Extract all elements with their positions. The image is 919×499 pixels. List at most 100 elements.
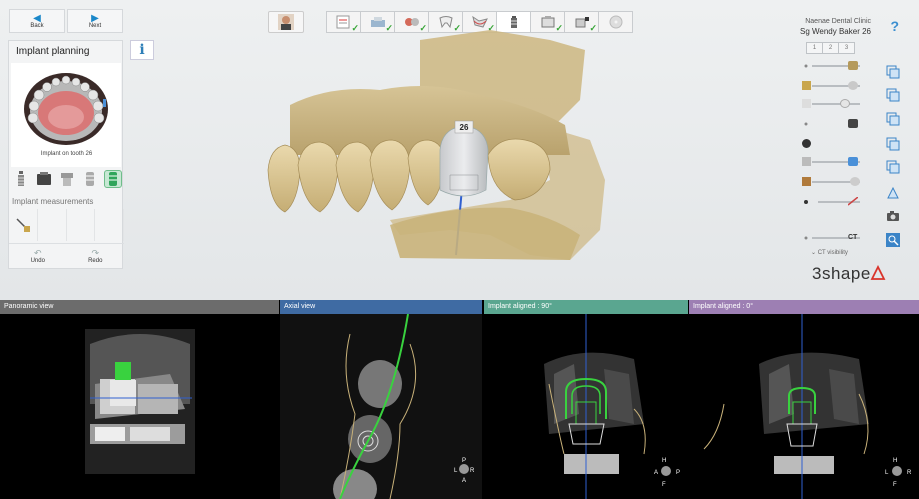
crown-slider[interactable] <box>802 176 864 188</box>
axial-view[interactable]: Axial view P L R A <box>280 300 482 499</box>
sleeve-black-icon[interactable] <box>848 119 858 128</box>
clinic-name: Naenae Dental Clinic <box>805 18 871 25</box>
implant-model-icon <box>802 157 811 166</box>
orientation-label: F <box>893 482 897 488</box>
copy-view-icon[interactable] <box>886 88 900 102</box>
ct-visibility-toggle[interactable]: ⌄ CT visibility <box>811 249 848 256</box>
undo-redo-bar: ↶ Undo ↷ Redo <box>9 243 124 269</box>
back-label: Back <box>30 22 44 29</box>
scan-import-icon <box>370 17 385 27</box>
ct-slider[interactable]: CT <box>804 232 864 244</box>
3d-model-view[interactable]: 26 <box>250 30 630 270</box>
orientation-label: P <box>676 470 680 476</box>
panel-title: Implant planning <box>16 46 90 57</box>
next-button[interactable]: ▶ Next <box>67 9 123 33</box>
abutment-icon[interactable] <box>58 170 76 188</box>
undo-label: Undo <box>30 258 45 264</box>
alignment-icon <box>404 18 419 26</box>
redo-button[interactable]: ↷ Redo <box>67 244 125 269</box>
bone-model-icon <box>802 81 811 90</box>
sleeve-icon <box>541 16 554 28</box>
crown-gold-icon[interactable] <box>848 61 858 70</box>
tooth-number-label: 26 <box>460 123 469 132</box>
orientation-label: H <box>893 458 897 464</box>
sleeve-icon[interactable] <box>35 170 53 188</box>
ct-views: Panoramic view Axial view P L R A Implan… <box>0 300 919 499</box>
copy-view-icon[interactable] <box>886 137 900 151</box>
arrow-left-icon: ◀ <box>33 12 41 24</box>
planning-workspace: ◀ Back ▶ Next Implant planning Implant o… <box>0 0 919 300</box>
orientation-label: A <box>654 470 658 476</box>
ct-icon[interactable]: CT <box>848 233 858 242</box>
measurement-tools <box>9 209 124 241</box>
arrow-right-icon: ▶ <box>91 12 99 24</box>
scan-model-icon <box>802 99 811 108</box>
next-label: Next <box>88 22 102 29</box>
undo-button[interactable]: ↶ Undo <box>9 244 67 269</box>
implant-measurements-title: Implant measurements <box>12 197 94 206</box>
implant-blue-icon[interactable] <box>848 157 858 166</box>
implant-aligned-90-title: Implant aligned : 90° <box>484 300 688 314</box>
implant-planning-panel: Implant planning Implant on tooth 26 Imp… <box>8 40 124 269</box>
guide-slider[interactable] <box>802 138 864 150</box>
radio-icon[interactable] <box>802 197 811 206</box>
view-tab-3[interactable]: 3 <box>838 42 855 54</box>
implant-tool-row <box>9 165 124 193</box>
axial-view-title: Axial view <box>280 300 482 314</box>
undo-icon: ↶ <box>33 248 42 258</box>
jaw-nerve-icon <box>471 15 488 28</box>
slider-knob[interactable] <box>840 99 850 108</box>
scan-slider[interactable] <box>802 98 864 110</box>
orientation-label: R <box>470 468 475 474</box>
implant-aligned-90-view[interactable]: Implant aligned : 90° H A P F <box>484 300 688 499</box>
view-tab-2[interactable]: 2 <box>822 42 839 54</box>
copy-view-icon[interactable] <box>886 112 900 126</box>
gingiva-slider[interactable] <box>804 60 864 72</box>
ct-visibility-label: CT visibility <box>817 250 848 256</box>
patient-avatar-icon <box>278 14 294 30</box>
nerve-icon[interactable] <box>847 196 859 206</box>
implant-icon[interactable] <box>12 170 30 188</box>
orientation-label: P <box>462 458 466 464</box>
orientation-label: A <box>462 478 466 484</box>
copy-view-icon[interactable] <box>886 160 900 174</box>
dot-icon <box>802 233 811 242</box>
nerve-slider[interactable] <box>804 196 864 208</box>
3shape-logo: 3shape <box>812 264 871 283</box>
sleeve-slider[interactable] <box>804 118 864 130</box>
orientation-head-icon[interactable] <box>661 466 671 476</box>
slider-knob[interactable] <box>848 81 858 90</box>
implant-selected-icon[interactable] <box>103 170 122 188</box>
guide-icon <box>575 17 589 28</box>
implant-icon <box>510 16 517 28</box>
info-button[interactable]: i <box>130 40 154 60</box>
panoramic-view[interactable]: Panoramic view <box>0 300 279 499</box>
help-icon[interactable]: ? <box>890 18 899 34</box>
implant-aligned-0-title: Implant aligned : 0° <box>689 300 919 314</box>
measure-distance-icon[interactable] <box>9 209 38 241</box>
patient-name: Sg Wendy Baker 26 <box>799 27 871 36</box>
redo-label: Redo <box>88 258 103 264</box>
back-button[interactable]: ◀ Back <box>9 9 65 33</box>
export-disc-icon <box>609 15 622 29</box>
logo-triangle-icon <box>870 265 886 280</box>
dot-icon <box>802 61 811 70</box>
jaw-caption: Implant on tooth 26 <box>40 151 93 157</box>
measurement-slot <box>67 209 96 241</box>
screw-icon[interactable] <box>81 170 99 188</box>
bone-slider[interactable] <box>802 80 864 92</box>
dot-icon <box>802 119 811 128</box>
copy-view-icon[interactable] <box>886 65 900 79</box>
zoom-icon[interactable] <box>886 233 900 247</box>
clip-plane-icon[interactable] <box>886 186 900 200</box>
view-tabs: 1 2 3 <box>806 42 855 54</box>
tooth-icon <box>438 16 453 29</box>
orientation-head-icon[interactable] <box>892 466 902 476</box>
orientation-head-icon[interactable] <box>459 464 469 474</box>
view-tab-1[interactable]: 1 <box>806 42 823 54</box>
camera-icon[interactable] <box>886 209 900 223</box>
crown-icon <box>802 177 811 186</box>
implant-slider[interactable] <box>802 156 864 168</box>
implant-aligned-0-view[interactable]: Implant aligned : 0° H L R F <box>689 300 919 499</box>
slider-knob[interactable] <box>850 177 860 186</box>
